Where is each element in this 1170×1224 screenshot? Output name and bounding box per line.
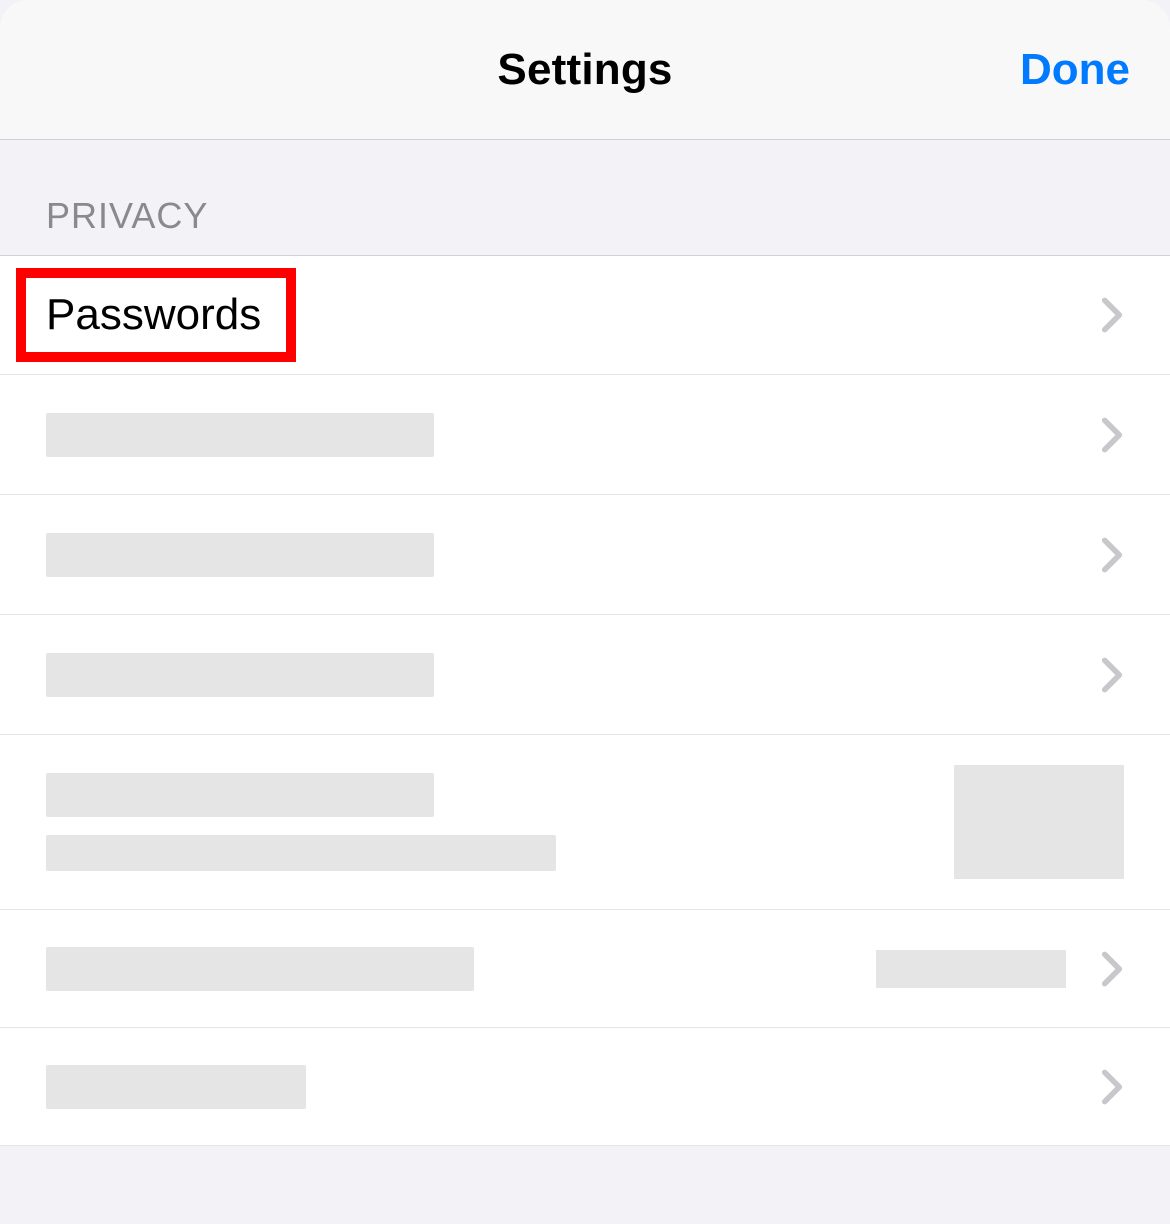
placeholder-value xyxy=(876,950,1066,988)
chevron-right-icon xyxy=(1094,949,1130,989)
placeholder-text xyxy=(46,1065,306,1109)
row-label-passwords: Passwords xyxy=(46,290,1094,340)
page-title: Settings xyxy=(497,45,672,95)
chevron-right-icon xyxy=(1094,1067,1130,1107)
chevron-right-icon xyxy=(1094,415,1130,455)
row-redacted-5[interactable] xyxy=(0,910,1170,1028)
row-redacted-2[interactable] xyxy=(0,495,1170,615)
placeholder-text xyxy=(46,653,434,697)
row-passwords[interactable]: Passwords xyxy=(0,255,1170,375)
row-redacted-toggle[interactable] xyxy=(0,735,1170,910)
header: Settings Done xyxy=(0,0,1170,140)
settings-list: Passwords xyxy=(0,255,1170,1146)
placeholder-text xyxy=(46,773,434,817)
placeholder-text xyxy=(46,947,474,991)
section-header-privacy: PRIVACY xyxy=(0,140,1170,255)
settings-sheet: Settings Done PRIVACY Passwords xyxy=(0,0,1170,1224)
chevron-right-icon xyxy=(1094,535,1130,575)
chevron-right-icon xyxy=(1094,655,1130,695)
placeholder-toggle[interactable] xyxy=(954,765,1124,879)
placeholder-text xyxy=(46,413,434,457)
row-redacted-3[interactable] xyxy=(0,615,1170,735)
placeholder-subtext xyxy=(46,835,556,871)
done-button[interactable]: Done xyxy=(1020,45,1130,95)
row-redacted-1[interactable] xyxy=(0,375,1170,495)
chevron-right-icon xyxy=(1094,295,1130,335)
row-redacted-6[interactable] xyxy=(0,1028,1170,1146)
placeholder-text xyxy=(46,533,434,577)
